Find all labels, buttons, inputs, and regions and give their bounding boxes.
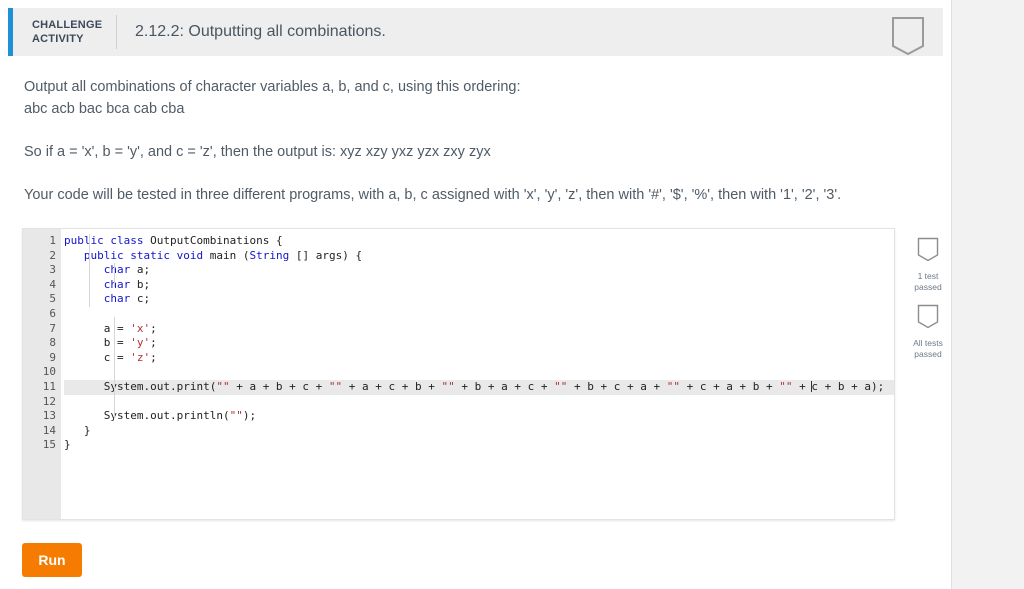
activity-header: CHALLENGE ACTIVITY 2.12.2: Outputting al…: [8, 8, 943, 56]
line-number: 15: [42, 438, 56, 452]
prompt-line-3: So if a = 'x', b = 'y', and c = 'z', the…: [24, 144, 491, 160]
activity-title: 2.12.2: Outputting all combinations.: [135, 23, 386, 40]
line-number: 4: [49, 277, 56, 291]
test-result-label: 1 test passed: [914, 271, 942, 292]
line-number: 10: [42, 365, 56, 379]
line-number-gutter: 1 2 3 4 5 6 7 8 9 10 11 12 13 14 15: [23, 229, 61, 519]
prompt-text: Output all combinations of character var…: [0, 56, 951, 206]
prompt-line-1: Output all combinations of character var…: [24, 79, 521, 95]
code-line[interactable]: System.out.print("" + a + b + c + "" + a…: [64, 379, 894, 395]
run-button[interactable]: Run: [22, 543, 82, 577]
code-line[interactable]: System.out.println("");: [64, 409, 894, 424]
line-number: 1: [49, 234, 56, 247]
code-line[interactable]: }: [64, 438, 894, 453]
prompt-line-2: abc acb bac bca cab cba: [24, 101, 185, 117]
line-number: 13: [42, 409, 56, 423]
shield-check-icon: [917, 304, 939, 329]
line-number: 3: [49, 263, 56, 277]
header-divider: [116, 15, 117, 49]
page-root: CHALLENGE ACTIVITY 2.12.2: Outputting al…: [0, 0, 1024, 589]
code-line[interactable]: [64, 307, 894, 322]
activity-kicker: CHALLENGE ACTIVITY: [32, 18, 106, 46]
activity-card: CHALLENGE ACTIVITY 2.12.2: Outputting al…: [0, 0, 952, 589]
shield-check-icon: [917, 237, 939, 262]
test-results-rail: 1 test passed All tests passed: [905, 237, 951, 371]
shield-bookmark-icon: [892, 17, 924, 56]
code-line[interactable]: char b;: [64, 278, 894, 293]
code-line[interactable]: }: [64, 424, 894, 439]
code-line[interactable]: [64, 395, 894, 410]
code-line[interactable]: char a;: [64, 263, 894, 278]
bookmark-icon[interactable]: [891, 16, 925, 58]
code-line[interactable]: c = 'z';: [64, 351, 894, 366]
indent-guide: [114, 317, 115, 419]
line-number: 2: [49, 248, 56, 262]
indent-guide: [89, 234, 90, 307]
line-number: 5: [49, 292, 56, 306]
line-number: 8: [49, 336, 56, 350]
code-line[interactable]: a = 'x';: [64, 322, 894, 337]
code-line[interactable]: [64, 365, 894, 380]
code-line[interactable]: public static void main (String [] args)…: [64, 249, 894, 264]
line-number: 9: [49, 350, 56, 364]
code-line[interactable]: public class OutputCombinations {: [64, 234, 894, 249]
test-result-item[interactable]: All tests passed: [905, 304, 951, 360]
code-area[interactable]: public class OutputCombinations { public…: [61, 229, 894, 519]
prompt-line-4: Your code will be tested in three differ…: [24, 187, 842, 203]
line-number: 6: [49, 306, 56, 320]
activity-kicker-line1: CHALLENGE: [32, 19, 103, 31]
activity-kicker-line2: ACTIVITY: [32, 33, 84, 45]
code-line[interactable]: char c;: [64, 292, 894, 307]
line-number: 7: [49, 321, 56, 335]
test-result-label: All tests passed: [913, 338, 943, 359]
line-number: 11: [42, 379, 56, 393]
code-editor[interactable]: 1 2 3 4 5 6 7 8 9 10 11 12 13 14 15 public class Outpu…: [22, 228, 895, 520]
line-number: 14: [42, 423, 56, 437]
indent-guide: [114, 263, 115, 287]
line-number: 12: [42, 394, 56, 408]
header-accent-bar: [8, 8, 13, 56]
test-result-item[interactable]: 1 test passed: [905, 237, 951, 293]
code-line[interactable]: b = 'y';: [64, 336, 894, 351]
